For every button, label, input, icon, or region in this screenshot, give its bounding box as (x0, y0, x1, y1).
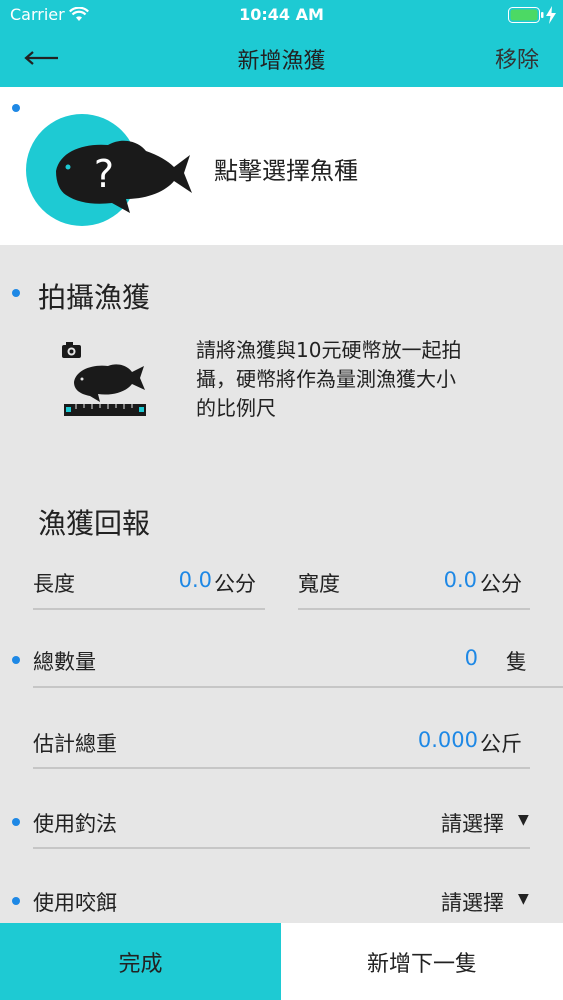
length-input[interactable]: 0.0 (150, 568, 212, 592)
required-dot (12, 897, 20, 905)
remove-button[interactable]: 移除 (495, 42, 539, 74)
app-header: Carrier 10:44 AM 新增漁獲 移除 (0, 0, 563, 87)
photo-instructions-line: 的比例尺 (196, 396, 276, 420)
select-species-label[interactable]: 點擊選擇魚種 (214, 151, 358, 186)
length-unit: 公分 (214, 572, 256, 596)
camera-fish-ruler-icon[interactable] (60, 340, 150, 420)
length-underline (33, 608, 265, 610)
battery-icon (508, 7, 544, 23)
weight-input[interactable]: 0.000 (380, 728, 478, 752)
weight-label: 估計總重 (33, 732, 117, 756)
fishing-method-underline (33, 847, 530, 849)
required-dot (12, 289, 20, 297)
required-dot (12, 656, 20, 664)
photo-section-title: 拍攝漁獲 (38, 281, 151, 314)
svg-text:?: ? (94, 152, 114, 196)
fishing-method-label: 使用釣法 (33, 812, 117, 836)
photo-instructions-line: 請將漁獲與10元硬幣放一起拍 (196, 338, 462, 362)
chevron-down-icon[interactable]: ▼ (518, 812, 529, 828)
fishing-method-select[interactable]: 請選擇 (380, 808, 504, 838)
count-underline (33, 686, 563, 688)
charging-bolt-icon (546, 6, 556, 24)
bottom-action-bar: 完成 新增下一隻 (0, 923, 563, 1000)
bait-select[interactable]: 請選擇 (380, 887, 504, 917)
report-section-title: 漁獲回報 (38, 507, 151, 540)
width-unit: 公分 (480, 572, 522, 596)
required-dot (12, 104, 20, 112)
photo-instructions: 請將漁獲與10元硬幣放一起拍 攝，硬幣將作為量測漁獲大小 的比例尺 (196, 336, 536, 423)
width-label: 寬度 (298, 572, 340, 596)
length-label: 長度 (33, 572, 75, 596)
nav-bar: 新增漁獲 移除 (0, 30, 563, 87)
status-time: 10:44 AM (239, 5, 324, 24)
species-select-card[interactable]: ? 點擊選擇魚種 (0, 87, 563, 245)
photo-instructions-line: 攝，硬幣將作為量測漁獲大小 (196, 367, 456, 391)
width-input[interactable]: 0.0 (414, 568, 477, 592)
count-unit: 隻 (506, 650, 527, 674)
width-underline (298, 608, 530, 610)
unknown-fish-icon[interactable]: ? (26, 113, 196, 228)
weight-unit: 公斤 (480, 732, 522, 756)
required-dot (12, 818, 20, 826)
count-input[interactable]: 0 (420, 646, 478, 670)
status-bar: Carrier 10:44 AM (0, 0, 563, 30)
done-button[interactable]: 完成 (0, 923, 281, 1000)
add-next-button[interactable]: 新增下一隻 (281, 923, 563, 1000)
bait-label: 使用咬餌 (33, 891, 117, 915)
weight-underline (33, 767, 530, 769)
page-title: 新增漁獲 (237, 49, 326, 74)
count-label: 總數量 (33, 650, 96, 674)
chevron-down-icon[interactable]: ▼ (518, 891, 529, 907)
